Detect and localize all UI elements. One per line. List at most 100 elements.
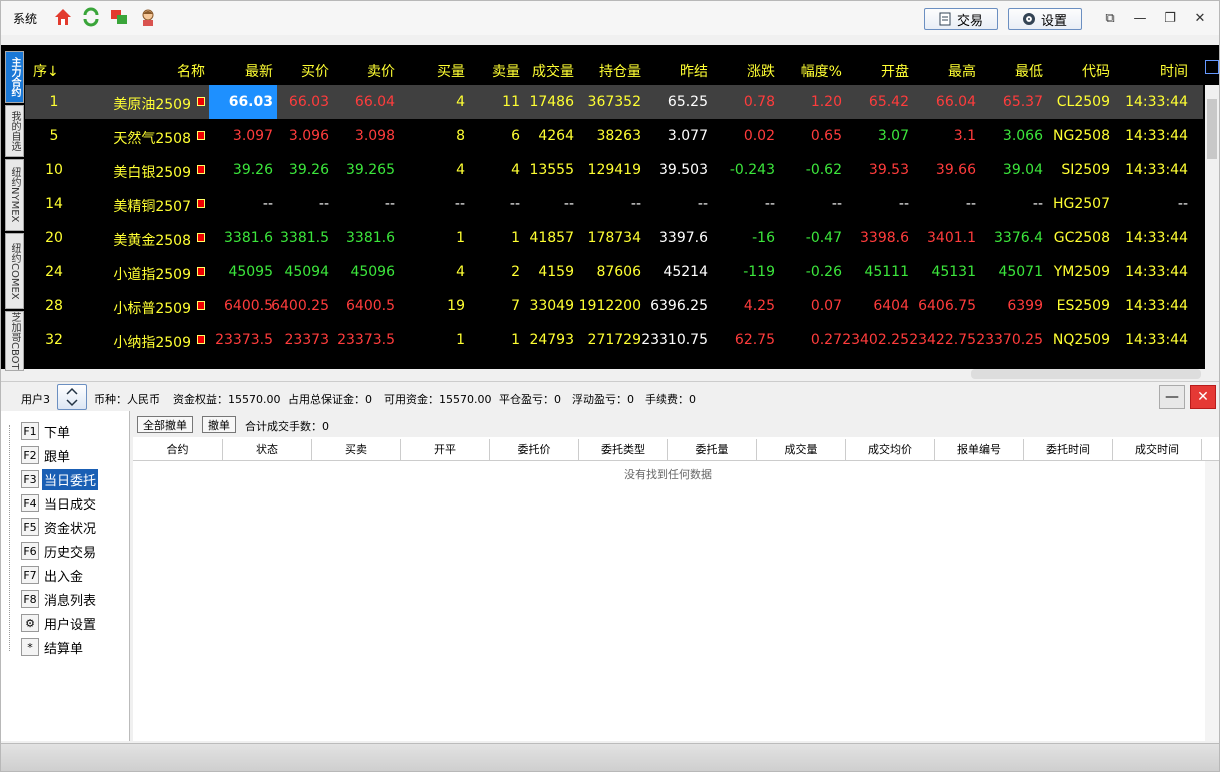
col-open-close[interactable]: 开平 xyxy=(401,439,490,461)
col-order-time[interactable]: 委托时间 xyxy=(1024,439,1113,461)
nav-item[interactable]: ⚙ 用户设置 xyxy=(21,613,98,633)
nav-item[interactable]: F5 资金状况 xyxy=(21,517,98,537)
minimize-icon[interactable]: — xyxy=(1130,8,1150,28)
quote-cell-chg: 0.02 xyxy=(743,128,775,144)
col-bid[interactable]: 买价 xyxy=(301,61,329,81)
tab-nymex[interactable]: 纽约NYMEX xyxy=(5,159,24,231)
quote-cell-pct: -0.26 xyxy=(805,264,842,280)
cancel-all-button[interactable]: 全部撤单 xyxy=(137,416,193,433)
quote-cell-bidvol: 19 xyxy=(447,298,465,314)
quote-row[interactable]: 24 小道指2509 45095 45094 45096 4 2 4159 87606 45214… xyxy=(25,255,1203,289)
panel-close-button[interactable]: ✕ xyxy=(1190,385,1216,409)
quote-cell-askvol: 1 xyxy=(511,230,520,246)
col-contract[interactable]: 合约 xyxy=(133,439,223,461)
quote-cell-low: 6399 xyxy=(1007,298,1043,314)
equity-text: 资金权益：15570.00 xyxy=(173,393,281,406)
trade-label: 交易 xyxy=(956,13,983,29)
quote-cell-oi: -- xyxy=(630,196,641,212)
nav-item[interactable]: * 结算单 xyxy=(21,637,85,657)
cancel-button[interactable]: 撤单 xyxy=(202,416,236,433)
col-code[interactable]: 代码 xyxy=(1082,61,1110,81)
quote-cell-high: 66.04 xyxy=(935,94,976,110)
nav-item[interactable]: F2 跟单 xyxy=(21,445,72,465)
quote-cell-askvol: 1 xyxy=(511,332,520,348)
quote-cell-ask: 45096 xyxy=(350,264,395,280)
quote-cell-high: 45131 xyxy=(931,264,976,280)
quote-cell-bid: 39.26 xyxy=(288,162,329,178)
nav-label: 用户设置 xyxy=(44,617,97,633)
maximize-icon[interactable]: ❐ xyxy=(1160,8,1180,28)
col-order-qty[interactable]: 委托量 xyxy=(668,439,757,461)
panel-minimize-button[interactable]: — xyxy=(1159,385,1185,409)
col-pct[interactable]: 幅度% xyxy=(801,61,842,81)
quote-row[interactable]: 10 美白银2509 39.26 39.26 39.265 4 4 13555 129419 39… xyxy=(25,153,1203,187)
quote-row[interactable]: 5 天然气2508 3.097 3.096 3.098 8 6 4264 38263 3.077 0… xyxy=(25,119,1203,153)
col-status[interactable]: 状态 xyxy=(223,439,312,461)
market-flag-icon xyxy=(197,97,205,106)
nav-key: F3 xyxy=(21,470,39,488)
close-icon[interactable]: ✕ xyxy=(1190,8,1210,28)
tab-my-watchlist[interactable]: 我的自选 xyxy=(5,105,24,157)
col-order-price[interactable]: 委托价 xyxy=(490,439,579,461)
col-time[interactable]: 时间 xyxy=(1160,61,1188,81)
quote-cell-bidvol: -- xyxy=(454,196,465,212)
col-side[interactable]: 买卖 xyxy=(312,439,401,461)
popout-icon[interactable]: ⧉ xyxy=(1100,8,1120,28)
quote-cell-name: 小纳指2509 xyxy=(113,335,191,351)
col-open[interactable]: 开盘 xyxy=(881,61,909,81)
col-bid-vol[interactable]: 买量 xyxy=(437,61,465,81)
quote-horizontal-scrollbar[interactable] xyxy=(971,369,1201,379)
avatar-icon[interactable] xyxy=(138,7,158,27)
col-low[interactable]: 最低 xyxy=(1015,61,1043,81)
col-change[interactable]: 涨跌 xyxy=(747,61,775,81)
menu-system[interactable]: 系统 xyxy=(13,10,37,27)
nav-key: ⚙ xyxy=(21,614,39,632)
nav-item[interactable]: F8 消息列表 xyxy=(21,589,98,609)
nav-item[interactable]: F4 当日成交 xyxy=(21,493,98,513)
orders-vertical-scrollbar[interactable] xyxy=(1205,461,1219,741)
col-avg-price[interactable]: 成交均价 xyxy=(846,439,935,461)
col-last[interactable]: 最新 xyxy=(245,61,273,81)
tab-comex[interactable]: 纽约COMEX xyxy=(5,233,24,309)
scroll-thumb[interactable] xyxy=(1207,99,1217,159)
user-spinner[interactable] xyxy=(57,384,87,410)
nav-item[interactable]: F6 历史交易 xyxy=(21,541,98,561)
refresh-icon[interactable] xyxy=(81,7,101,27)
nav-item[interactable]: F1 下单 xyxy=(21,421,72,441)
col-oi[interactable]: 持仓量 xyxy=(599,61,641,81)
col-ask-vol[interactable]: 卖量 xyxy=(492,61,520,81)
home-icon[interactable] xyxy=(53,7,73,27)
col-order-type[interactable]: 委托类型 xyxy=(579,439,668,461)
col-high[interactable]: 最高 xyxy=(948,61,976,81)
col-name[interactable]: 名称 xyxy=(177,61,205,81)
nav-item[interactable]: F7 出入金 xyxy=(21,565,85,585)
col-filled-qty[interactable]: 成交量 xyxy=(757,439,846,461)
switch-window-icon[interactable] xyxy=(109,7,129,27)
col-ask[interactable]: 卖价 xyxy=(367,61,395,81)
quote-cell-name: 小道指2509 xyxy=(113,267,191,283)
col-prev-settle[interactable]: 昨结 xyxy=(680,61,708,81)
status-bar xyxy=(1,743,1219,771)
tab-cbot[interactable]: 芝加哥CBOT xyxy=(5,311,24,371)
quote-cell-high: 6406.75 xyxy=(918,298,976,314)
tab-main-contracts[interactable]: 主力合约 xyxy=(5,51,24,103)
quote-cell-oi: 178734 xyxy=(587,230,641,246)
col-seq[interactable]: 序↓ xyxy=(33,61,59,81)
quote-row[interactable]: 14 美精铜2507 -- -- -- -- -- -- -- -- -- -- -- -- -- HG250… xyxy=(25,187,1203,221)
quote-row[interactable]: 1 美原油2509 66.03 66.03 66.04 4 11 17486 367352 65.… xyxy=(25,85,1203,119)
col-volume[interactable]: 成交量 xyxy=(532,61,574,81)
nav-item[interactable]: F3 当日委托 xyxy=(21,468,99,490)
column-settings-icon[interactable] xyxy=(1205,60,1219,74)
quote-cell-bidvol: 1 xyxy=(456,230,465,246)
settings-button[interactable]: 设置 xyxy=(1008,8,1082,30)
quote-row[interactable]: 20 美黄金2508 3381.6 3381.5 3381.6 1 1 41857 178734… xyxy=(25,221,1203,255)
quote-row[interactable]: 28 小标普2509 6400.5 6400.25 6400.5 19 7 33049 1912… xyxy=(25,289,1203,323)
quote-cell-bid: 3.096 xyxy=(288,128,329,144)
quote-cell-seq: 10 xyxy=(45,162,63,178)
col-order-id[interactable]: 报单编号 xyxy=(935,439,1024,461)
quote-row[interactable]: 32 小纳指2509 23373.5 23373 23373.5 1 1 24793 27172… xyxy=(25,323,1203,357)
quote-cell-time: -- xyxy=(1177,196,1188,212)
col-fill-time[interactable]: 成交时间 xyxy=(1113,439,1202,461)
quote-vertical-scrollbar[interactable] xyxy=(1205,85,1219,369)
trade-button[interactable]: 交易 xyxy=(924,8,998,30)
